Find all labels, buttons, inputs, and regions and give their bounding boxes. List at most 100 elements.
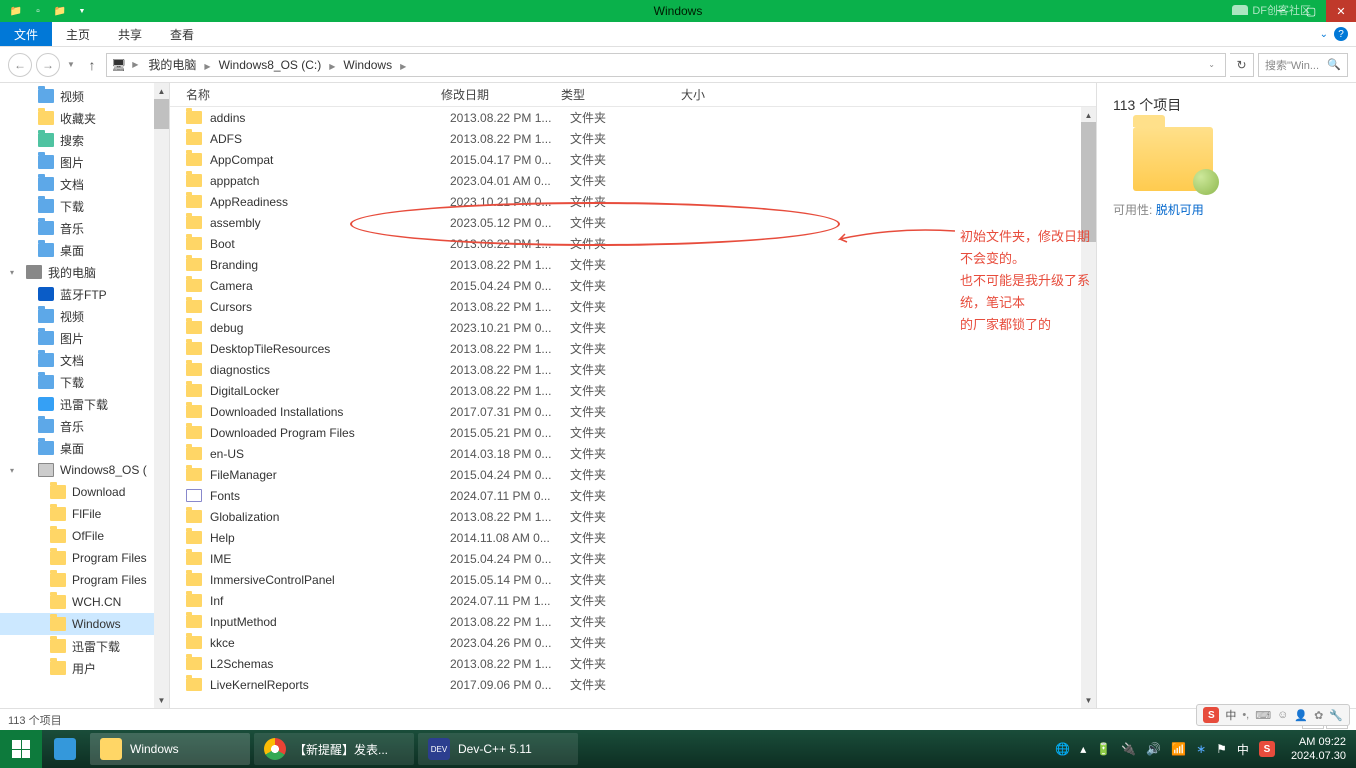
sogou-icon[interactable]: S [1203, 707, 1219, 723]
table-row[interactable]: diagnostics2013.08.22 PM 1...文件夹 [170, 359, 1096, 380]
scroll-up-icon[interactable]: ▲ [154, 83, 169, 99]
table-row[interactable]: apppatch2023.04.01 AM 0...文件夹 [170, 170, 1096, 191]
tray-volume-icon[interactable]: 🔊 [1146, 742, 1161, 756]
ime-user-icon[interactable]: 👤 [1294, 709, 1308, 722]
qat-dropdown-icon[interactable]: ▼ [74, 3, 90, 19]
table-row[interactable]: en-US2014.03.18 PM 0...文件夹 [170, 443, 1096, 464]
breadcrumb-part[interactable]: Windows [339, 56, 396, 74]
sidebar-item[interactable]: 视频 [0, 305, 169, 327]
ime-tool-icon[interactable]: 🔧 [1329, 709, 1343, 722]
tray-bt-icon[interactable]: ∗ [1196, 742, 1206, 756]
history-dropdown[interactable]: ▼ [64, 53, 78, 77]
table-row[interactable]: InputMethod2013.08.22 PM 1...文件夹 [170, 611, 1096, 632]
maximize-button[interactable]: ▢ [1296, 0, 1326, 22]
sidebar-item[interactable]: 迅雷下载 [0, 393, 169, 415]
tray-sogou-icon[interactable]: S [1259, 741, 1275, 757]
table-row[interactable]: Globalization2013.08.22 PM 1...文件夹 [170, 506, 1096, 527]
tray-globe-icon[interactable]: 🌐 [1055, 742, 1070, 756]
table-row[interactable]: debug2023.10.21 PM 0...文件夹 [170, 317, 1096, 338]
up-button[interactable]: ↑ [82, 55, 102, 75]
expand-icon[interactable]: ▾ [10, 466, 14, 475]
taskbar-item[interactable]: 【新提醒】发表... [254, 733, 414, 765]
column-type[interactable]: 类型 [555, 86, 675, 103]
tray-network-icon[interactable]: 📶 [1171, 742, 1186, 756]
table-row[interactable]: DesktopTileResources2013.08.22 PM 1...文件… [170, 338, 1096, 359]
sidebar-item[interactable]: 桌面 [0, 437, 169, 459]
close-button[interactable]: ✕ [1326, 0, 1356, 22]
tray-up-icon[interactable]: ▴ [1080, 742, 1086, 756]
new-folder-icon[interactable]: 📁 [52, 3, 68, 19]
ime-settings-icon[interactable]: ✿ [1314, 709, 1323, 722]
table-row[interactable]: Branding2013.08.22 PM 1...文件夹 [170, 254, 1096, 275]
address-dropdown-icon[interactable]: ⌄ [1202, 60, 1221, 69]
ribbon-collapse-icon[interactable]: ⌄ [1320, 29, 1328, 40]
column-size[interactable]: 大小 [675, 86, 755, 103]
ribbon-tab[interactable]: 共享 [104, 24, 156, 46]
minimize-button[interactable]: ─ [1266, 0, 1296, 22]
sidebar-item[interactable]: 收藏夹 [0, 107, 169, 129]
scroll-down-icon[interactable]: ▼ [154, 692, 169, 708]
taskbar-pinned-app[interactable] [44, 733, 86, 765]
tray-battery-icon[interactable]: 🔋 [1096, 742, 1111, 756]
taskbar-item[interactable]: Windows [90, 733, 250, 765]
table-row[interactable]: IME2015.04.24 PM 0...文件夹 [170, 548, 1096, 569]
ime-smile-icon[interactable]: ☺ [1277, 709, 1288, 721]
sidebar-item[interactable]: 文档 [0, 349, 169, 371]
table-row[interactable]: kkce2023.04.26 PM 0...文件夹 [170, 632, 1096, 653]
sidebar-item[interactable]: ▾我的电脑 [0, 261, 169, 283]
tray-power-icon[interactable]: 🔌 [1121, 742, 1136, 756]
sidebar-item[interactable]: 音乐 [0, 415, 169, 437]
sidebar-scrollbar[interactable]: ▲ ▼ [154, 83, 169, 708]
tray-ime-icon[interactable]: 中 [1237, 741, 1249, 758]
help-icon[interactable]: ? [1334, 27, 1348, 41]
table-row[interactable]: Boot2013.08.22 PM 1...文件夹 [170, 233, 1096, 254]
chevron-right-icon[interactable]: ▶ [325, 62, 339, 71]
table-row[interactable]: Help2014.11.08 AM 0...文件夹 [170, 527, 1096, 548]
table-row[interactable]: Downloaded Program Files2015.05.21 PM 0.… [170, 422, 1096, 443]
sidebar-item[interactable]: 音乐 [0, 217, 169, 239]
sidebar-item[interactable]: 桌面 [0, 239, 169, 261]
taskbar-item[interactable]: DEVDev-C++ 5.11 [418, 733, 578, 765]
sidebar-item[interactable]: 图片 [0, 151, 169, 173]
table-row[interactable]: Downloaded Installations2017.07.31 PM 0.… [170, 401, 1096, 422]
start-button[interactable] [0, 730, 42, 768]
scroll-thumb[interactable] [1081, 122, 1096, 242]
table-row[interactable]: assembly2023.05.12 PM 0...文件夹 [170, 212, 1096, 233]
sidebar-item[interactable]: 下载 [0, 371, 169, 393]
tray-clock[interactable]: AM 09:22 2024.07.30 [1285, 735, 1352, 763]
ime-lang[interactable]: 中 [1225, 707, 1236, 723]
forward-button[interactable]: → [36, 53, 60, 77]
sidebar-item[interactable]: 蓝牙FTP [0, 283, 169, 305]
expand-icon[interactable]: ▾ [10, 268, 14, 277]
chevron-right-icon[interactable]: ▶ [128, 60, 142, 69]
sidebar-item[interactable]: 迅雷下载 [0, 635, 169, 657]
table-row[interactable]: LiveKernelReports2017.09.06 PM 0...文件夹 [170, 674, 1096, 695]
ribbon-tab[interactable]: 查看 [156, 24, 208, 46]
table-row[interactable]: ImmersiveControlPanel2015.05.14 PM 0...文… [170, 569, 1096, 590]
ribbon-tab[interactable]: 主页 [52, 24, 104, 46]
table-row[interactable]: Fonts2024.07.11 PM 0...文件夹 [170, 485, 1096, 506]
sidebar-item[interactable]: Download [0, 481, 169, 503]
ime-toolbar[interactable]: S 中 •, ⌨ ☺ 👤 ✿ 🔧 [1196, 704, 1350, 726]
scroll-up-icon[interactable]: ▲ [1081, 107, 1096, 123]
refresh-button[interactable]: ↻ [1230, 53, 1254, 77]
sidebar-item[interactable]: WCH.CN [0, 591, 169, 613]
scroll-thumb[interactable] [154, 99, 169, 129]
table-row[interactable]: AppCompat2015.04.17 PM 0...文件夹 [170, 149, 1096, 170]
table-row[interactable]: ADFS2013.08.22 PM 1...文件夹 [170, 128, 1096, 149]
scroll-down-icon[interactable]: ▼ [1081, 692, 1096, 708]
sidebar-item[interactable]: ▾Windows8_OS ( [0, 459, 169, 481]
search-input[interactable]: 搜索"Win... 🔍 [1258, 53, 1348, 77]
sidebar-item[interactable]: Windows [0, 613, 169, 635]
table-row[interactable]: Cursors2013.08.22 PM 1...文件夹 [170, 296, 1096, 317]
sidebar-item[interactable]: FlFile [0, 503, 169, 525]
sidebar-item[interactable]: Program Files [0, 569, 169, 591]
table-row[interactable]: FileManager2015.04.24 PM 0...文件夹 [170, 464, 1096, 485]
breadcrumb-part[interactable]: Windows8_OS (C:) [215, 56, 326, 74]
sidebar-item[interactable]: 视频 [0, 85, 169, 107]
sidebar-item[interactable]: 下载 [0, 195, 169, 217]
table-row[interactable]: Camera2015.04.24 PM 0...文件夹 [170, 275, 1096, 296]
column-name[interactable]: 名称 [180, 86, 435, 103]
sidebar-item[interactable]: 图片 [0, 327, 169, 349]
address-bar[interactable]: 🖥 ▶ 我的电脑▶Windows8_OS (C:)▶Windows▶ ⌄ [106, 53, 1226, 77]
